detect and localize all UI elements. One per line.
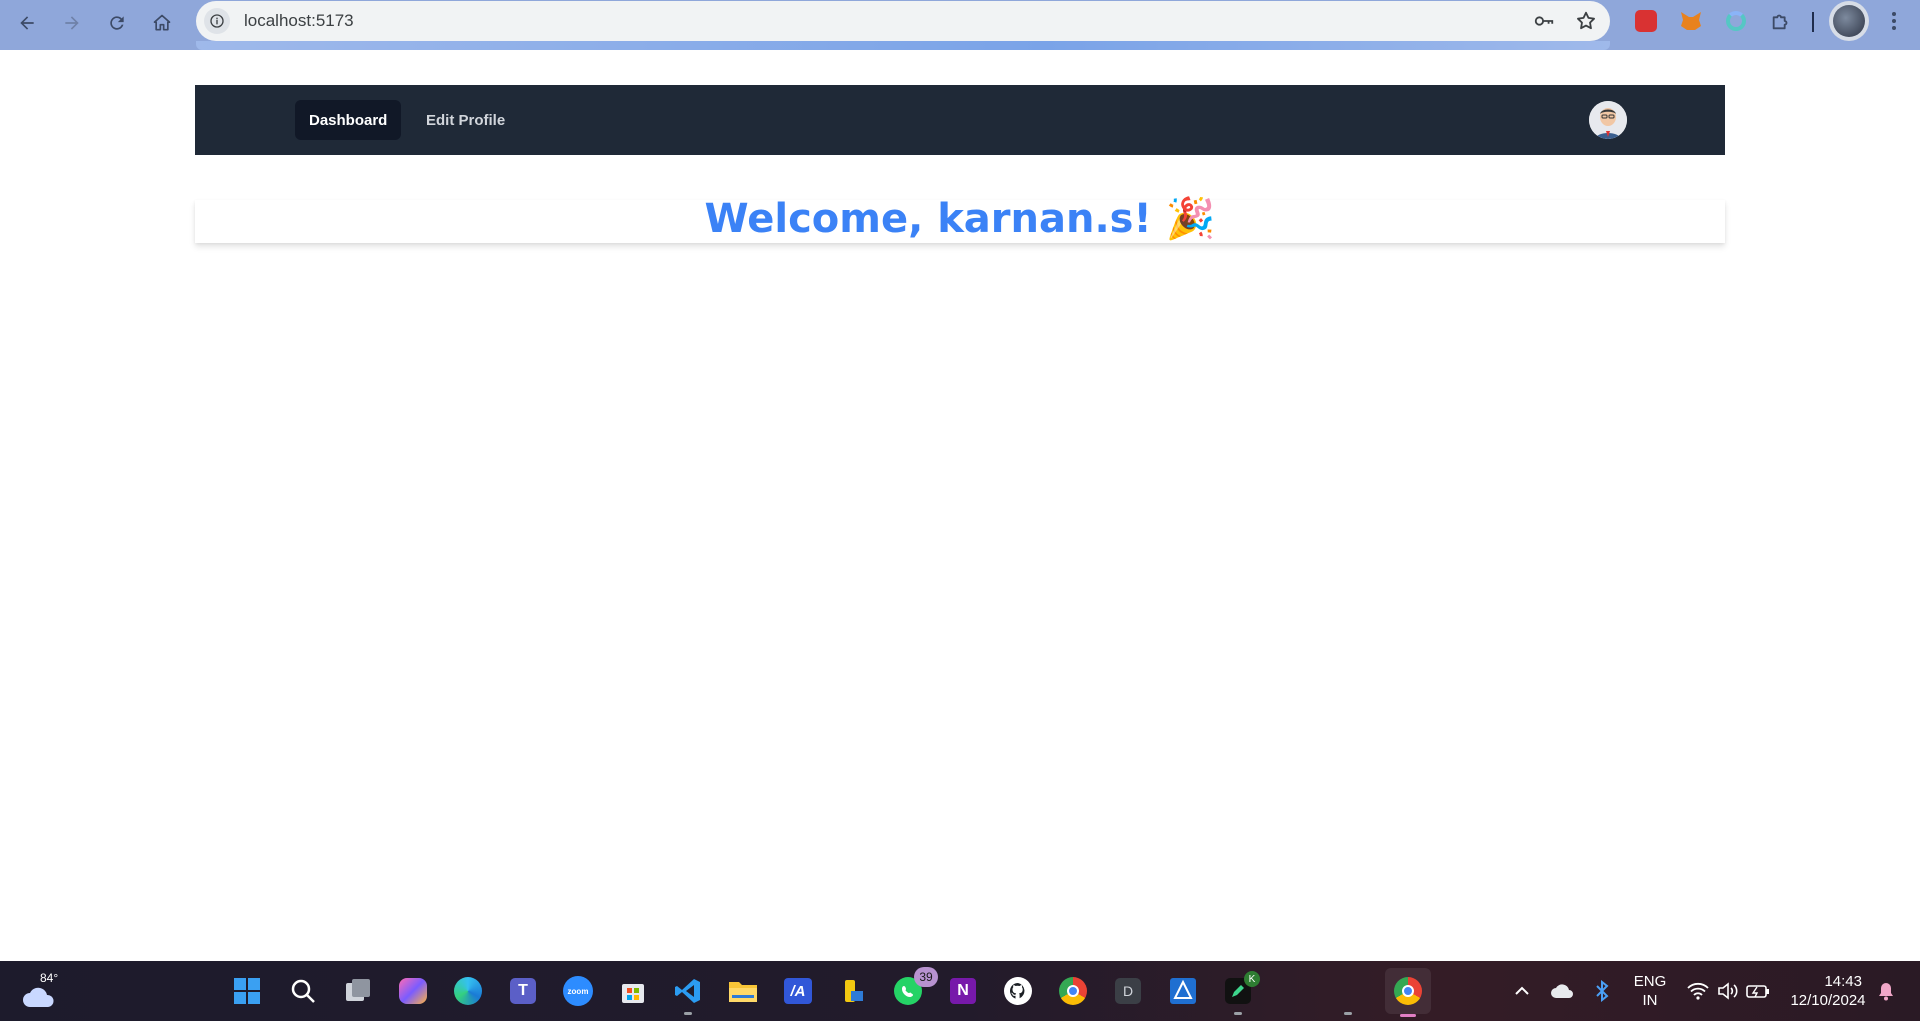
onedrive-cloud-icon[interactable] (1544, 973, 1580, 1009)
page-load-bar (196, 41, 1610, 50)
whatsapp-icon[interactable]: 39 (890, 967, 938, 1009)
open-indicator (1234, 1012, 1242, 1015)
forward-button[interactable] (55, 6, 89, 40)
nav-dashboard-link[interactable]: Dashboard (295, 100, 402, 140)
extensions-puzzle-icon[interactable] (1766, 6, 1796, 36)
edge-browser-icon[interactable] (450, 973, 486, 1009)
url-text[interactable]: localhost:5173 (244, 11, 354, 31)
cloud-icon (23, 987, 54, 1007)
open-indicator (1344, 1012, 1352, 1015)
metamask-fox-icon[interactable] (1676, 6, 1706, 36)
weather-widget[interactable]: 84° (22, 971, 62, 1009)
language-region: IN (1642, 992, 1658, 1009)
battery-icon[interactable] (1740, 973, 1776, 1009)
show-hidden-icons-chevron-icon[interactable] (1504, 973, 1540, 1009)
extension-swirl-icon[interactable] (1721, 6, 1751, 36)
microsoft-store-icon[interactable] (615, 973, 651, 1009)
browser-toolbar: localhost:5173 (0, 0, 1920, 50)
chrome-icon[interactable] (1055, 973, 1091, 1009)
language-indicator[interactable]: ENG IN (1630, 972, 1670, 1010)
task-view-icon[interactable] (340, 973, 376, 1009)
open-indicator (684, 1012, 692, 1015)
password-key-icon[interactable] (1532, 9, 1556, 33)
clock-time: 14:43 (1824, 973, 1862, 990)
file-explorer-icon[interactable] (725, 973, 761, 1009)
language-code: ENG (1633, 973, 1667, 990)
active-indicator (1400, 1014, 1416, 1017)
power-bi-icon[interactable] (835, 973, 871, 1009)
whatsapp-unread-badge: 39 (914, 967, 938, 987)
browser-menu-icon[interactable] (1879, 6, 1909, 36)
app-d-icon[interactable]: D (1110, 973, 1146, 1009)
github-desktop-icon[interactable] (1000, 973, 1036, 1009)
user-avatar[interactable] (1589, 101, 1627, 139)
copilot-icon[interactable] (395, 973, 431, 1009)
site-info-icon[interactable] (204, 8, 230, 34)
home-icon (153, 14, 171, 31)
bluetooth-icon[interactable] (1584, 973, 1620, 1009)
chrome-active-icon[interactable] (1385, 968, 1431, 1017)
vscode-icon[interactable] (670, 973, 706, 1015)
hidden-app-indicator[interactable] (1330, 973, 1366, 1015)
reload-button[interactable] (100, 6, 134, 40)
zoom-icon[interactable]: zoom (560, 973, 596, 1009)
home-button[interactable] (145, 6, 179, 40)
notification-bell-icon[interactable] (1868, 973, 1904, 1009)
reload-icon (110, 16, 124, 30)
windows-taskbar: 84° T zoom /A 39 N D K ENG IN 14:43 12/1… (0, 961, 1920, 1021)
toolbar-divider (1812, 12, 1814, 32)
onenote-icon[interactable]: N (945, 973, 981, 1009)
start-windows-icon[interactable] (229, 973, 265, 1009)
search-icon[interactable] (285, 973, 321, 1009)
welcome-heading: Welcome, karnan.s! 🎉 (704, 196, 1216, 242)
nav-edit-profile-link[interactable]: Edit Profile (412, 100, 519, 140)
bookmark-star-icon[interactable] (1574, 9, 1598, 33)
clock-date: 12/10/2024 (1790, 992, 1866, 1009)
vs-preview-icon[interactable]: /A (780, 973, 816, 1009)
extension-red-icon[interactable] (1631, 6, 1661, 36)
address-bar[interactable]: localhost:5173 (196, 1, 1610, 41)
forward-arrow-icon (65, 16, 79, 30)
back-button[interactable] (10, 6, 44, 40)
teams-icon[interactable]: T (505, 973, 541, 1009)
top-navbar: Dashboard Edit Profile (195, 85, 1725, 155)
azure-studio-icon[interactable] (1165, 973, 1201, 1009)
chrome-profile-avatar[interactable] (1829, 1, 1869, 41)
clock[interactable]: 14:43 12/10/2024 (1782, 972, 1874, 1010)
back-arrow-icon (20, 16, 34, 30)
welcome-card: Welcome, karnan.s! 🎉 (195, 196, 1725, 243)
app-pen-icon[interactable]: K (1220, 971, 1260, 1015)
weather-temp: 84° (40, 971, 59, 985)
